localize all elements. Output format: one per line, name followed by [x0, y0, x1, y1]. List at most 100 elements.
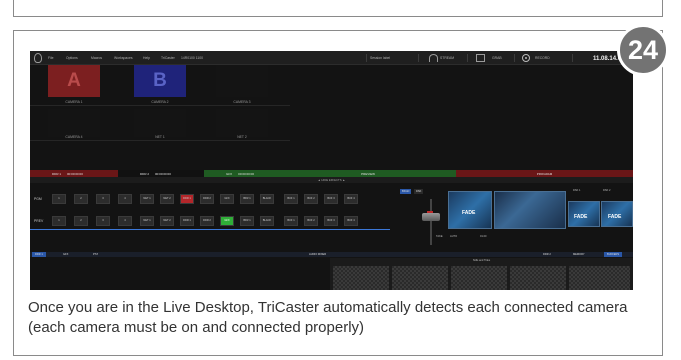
camera-4-monitor[interactable]	[48, 109, 100, 137]
pgm-btn-gfx[interactable]: GFX	[220, 194, 234, 204]
menu-bar: File Options Macros Workspaces Help TriC…	[30, 51, 633, 65]
camera-2-letter: B	[153, 70, 167, 91]
camera-2-monitor[interactable]: B	[134, 65, 186, 97]
pgm-btn-ddr2[interactable]: DDR 2	[200, 194, 214, 204]
ddr-1-time: 00:00:00:00	[67, 171, 83, 176]
menu-workspaces[interactable]: Workspaces	[114, 56, 133, 60]
tab-ddr-1[interactable]: DDR 1	[32, 252, 46, 257]
transition-preview[interactable]: FADE	[448, 191, 492, 229]
ddr-2-time: 00:00:00:00	[155, 171, 171, 176]
menu-tricaster[interactable]: TriCaster	[161, 56, 175, 60]
media-slot[interactable]	[392, 266, 448, 290]
tab-audio-mixer[interactable]: AUDIO MIXER	[306, 252, 329, 257]
pgm-btn-buf3[interactable]: BUF 3	[324, 194, 338, 204]
pgm-btn-buf4[interactable]: BUF 4	[344, 194, 358, 204]
dsk-2-preview[interactable]: FADE	[601, 201, 633, 227]
pgm-btn-4[interactable]: 4	[118, 194, 132, 204]
grab-label[interactable]: GRAB	[492, 56, 502, 60]
take-button[interactable]: TAKE	[436, 235, 443, 238]
pvw-btn-ddr1[interactable]: DDR 1	[180, 216, 194, 226]
pgm-btn-3[interactable]: 3	[96, 194, 110, 204]
preview-label: PREVIEW	[361, 171, 375, 176]
pvw-btn-4[interactable]: 4	[118, 216, 132, 226]
dsk-tab[interactable]: DSK	[414, 189, 424, 194]
pvw-btn-buf2[interactable]: BUF 2	[304, 216, 318, 226]
bkgd-tab[interactable]: BKGD	[400, 189, 412, 194]
camera-3-label: CAMERA 3	[233, 100, 251, 104]
camera-2-label: CAMERA 2	[151, 100, 169, 104]
pvw-btn-3[interactable]: 3	[96, 216, 110, 226]
net-1-monitor[interactable]	[134, 109, 186, 137]
gfx-time: 00:00:00:00	[238, 171, 255, 176]
record-label[interactable]: RECORD	[535, 56, 550, 60]
pvw-btn-buf3[interactable]: BUF 3	[324, 216, 338, 226]
pvw-btn-black[interactable]: BLACK	[260, 216, 274, 226]
pgm-btn-1[interactable]: 1	[52, 194, 66, 204]
pvw-btn-gfx[interactable]: GFX	[220, 216, 234, 226]
dsk-1-label: DSK 1	[573, 189, 581, 192]
tab-gfx[interactable]: GFX	[60, 252, 71, 257]
auto-button[interactable]: AUTO	[450, 235, 457, 238]
transition-gallery[interactable]	[494, 191, 566, 229]
pgm-btn-bfr1[interactable]: BFR 1	[240, 194, 254, 204]
session-label: Session label	[370, 56, 391, 60]
stream-icon[interactable]	[429, 54, 438, 62]
tricaster-live-desktop-screenshot: File Options Macros Workspaces Help TriC…	[30, 51, 633, 290]
gfx-bus[interactable]: GFX 00:00:00:00	[204, 170, 280, 177]
media-slot[interactable]	[569, 266, 630, 290]
pvw-btn-ddr2[interactable]: DDR 2	[200, 216, 214, 226]
ddr-2-bus[interactable]: DDR 2 00:00:00:00	[118, 170, 204, 177]
ddr-2-label: DDR 2	[140, 171, 150, 176]
menu-macros[interactable]: Macros	[91, 56, 102, 60]
separator	[467, 54, 468, 62]
session-name: 14R0100 1100	[181, 56, 203, 60]
tab-ptz[interactable]: PTZ	[90, 252, 101, 257]
record-icon[interactable]	[522, 54, 530, 62]
tab-buffers[interactable]: BUFFERS	[604, 252, 623, 257]
dsk-1-preview[interactable]: FADE	[568, 201, 600, 227]
separator	[572, 54, 573, 62]
media-slot[interactable]	[333, 266, 389, 290]
menu-help[interactable]: Help	[143, 56, 150, 60]
pvw-btn-buf4[interactable]: BUF 4	[344, 216, 358, 226]
pgm-btn-buf1[interactable]: BUF 1	[284, 194, 298, 204]
hide-effects-bar[interactable]: ▲ HIDE EFFECTS ▲	[30, 177, 633, 183]
time-value[interactable]: 01.00	[480, 235, 487, 238]
stream-label[interactable]: STREAM	[440, 56, 454, 60]
camera-4-label: CAMERA 4	[65, 135, 83, 139]
menu-options[interactable]: Options	[66, 56, 78, 60]
pgm-btn-buf2[interactable]: BUF 2	[304, 194, 318, 204]
pvw-btn-2[interactable]: 2	[74, 216, 88, 226]
monitor-divider	[30, 140, 290, 141]
ddr-1-bus[interactable]: DDR 1 00:00:00:00	[30, 170, 118, 177]
fade-label: FADE	[462, 210, 476, 216]
pvw-btn-buf1[interactable]: BUF 1	[284, 216, 298, 226]
preview-bus[interactable]: PREVIEW	[280, 170, 456, 177]
net-2-monitor[interactable]	[216, 109, 268, 137]
pvw-btn-1[interactable]: 1	[52, 216, 66, 226]
step-number-badge: 24	[617, 24, 669, 76]
net-1-label: NET 1	[155, 135, 165, 139]
pgm-btn-2[interactable]: 2	[74, 194, 88, 204]
pgm-btn-ddr1[interactable]: DDR 1	[180, 194, 194, 204]
media-slot[interactable]	[510, 266, 566, 290]
menu-file[interactable]: File	[48, 56, 53, 60]
pgm-btn-black[interactable]: BLACK	[260, 194, 274, 204]
separator	[514, 54, 515, 62]
pvw-btn-net1[interactable]: NET 1	[140, 216, 154, 226]
camera-3-monitor[interactable]	[216, 65, 268, 97]
tab-ddr-2[interactable]: DDR 2	[540, 252, 554, 257]
tab-memory[interactable]: MEMORY	[570, 252, 588, 257]
camera-1-monitor[interactable]: A	[48, 65, 100, 97]
pgm-btn-net2[interactable]: NET 2	[160, 194, 174, 204]
pvw-btn-bfr1[interactable]: BFR 1	[240, 216, 254, 226]
program-bus[interactable]: PROGRAM	[456, 170, 633, 177]
pvw-btn-net2[interactable]: NET 2	[160, 216, 174, 226]
media-slot[interactable]	[451, 266, 507, 290]
grab-icon[interactable]	[476, 54, 485, 62]
t-bar-handle[interactable]	[422, 213, 440, 221]
t-bar[interactable]	[420, 199, 442, 245]
pgm-btn-net1[interactable]: NET 1	[140, 194, 154, 204]
separator	[366, 54, 367, 62]
previous-step-frame	[13, 0, 663, 17]
